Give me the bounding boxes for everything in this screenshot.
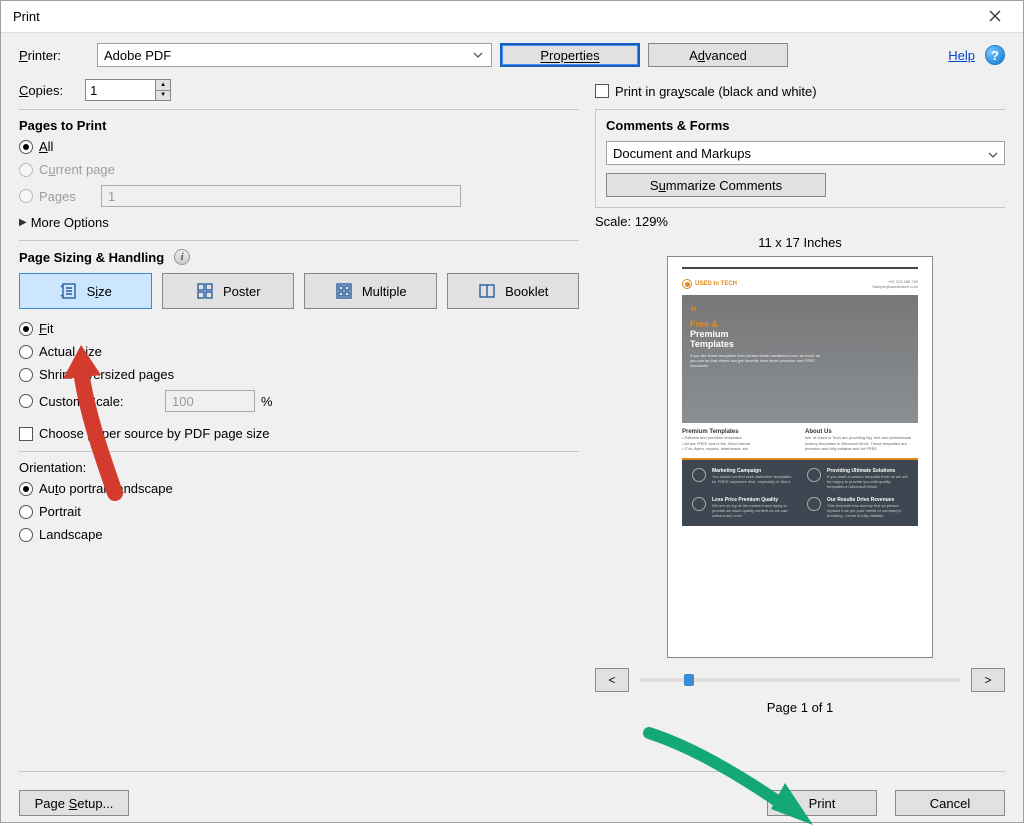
print-dialog: Print Printer: Adobe PDF Properties Adv — [0, 0, 1024, 823]
custom-scale-label: Custom Scale: — [39, 394, 159, 409]
pages-title: Pages to Print — [19, 118, 579, 133]
actual-size-label: Actual size — [39, 344, 102, 359]
chart-icon — [692, 468, 706, 482]
scale-label: Scale: 129% — [595, 207, 1005, 233]
dollar-icon — [807, 497, 821, 511]
copies-spinner[interactable]: ▲ ▼ — [85, 79, 171, 101]
summarize-comments-button[interactable]: Summarize Comments — [606, 173, 826, 197]
orientation-section: Orientation: Auto portrait/landscape Por… — [19, 451, 579, 552]
shrink-radio[interactable] — [19, 368, 33, 382]
flame-icon — [682, 279, 692, 289]
advanced-button[interactable]: Advanced — [648, 43, 788, 67]
poster-tab[interactable]: Poster — [162, 273, 295, 309]
comments-forms-section: Comments & Forms Document and Markups Su… — [595, 109, 1005, 207]
print-button[interactable]: Print — [767, 790, 877, 816]
custom-scale-radio[interactable] — [19, 394, 33, 408]
pages-all-label: All — [39, 139, 53, 154]
custom-scale-input[interactable] — [165, 390, 255, 412]
multiple-tab[interactable]: Multiple — [304, 273, 437, 309]
auto-orientation-label: Auto portrait/landscape — [39, 481, 173, 496]
multiple-icon — [334, 281, 354, 301]
spinner-up-icon[interactable]: ▲ — [156, 80, 170, 91]
pages-all-radio[interactable] — [19, 140, 33, 154]
orientation-title: Orientation: — [19, 460, 579, 475]
pages-current-label: Current page — [39, 162, 115, 177]
auto-orientation-radio[interactable] — [19, 482, 33, 496]
portrait-radio[interactable] — [19, 505, 33, 519]
preview-brand: USED to TECH — [682, 279, 737, 289]
slider-thumb[interactable] — [684, 674, 694, 686]
tag-icon — [692, 497, 706, 511]
choose-paper-source-checkbox[interactable] — [19, 427, 33, 441]
booklet-tab[interactable]: Booklet — [447, 273, 580, 309]
size-icon — [59, 281, 79, 301]
help-link[interactable]: Help — [948, 48, 975, 63]
grayscale-checkbox[interactable] — [595, 84, 609, 98]
properties-button[interactable]: Properties — [500, 43, 640, 67]
booklet-icon — [477, 281, 497, 301]
printer-select[interactable]: Adobe PDF — [97, 43, 492, 67]
page-sizing-section: Page Sizing & Handling i Size Poster Mul… — [19, 240, 579, 451]
printer-value: Adobe PDF — [104, 48, 171, 63]
info-icon[interactable]: i — [174, 249, 190, 265]
chevron-down-icon — [988, 146, 998, 161]
copies-input[interactable] — [85, 79, 155, 101]
help-icon[interactable]: ? — [985, 45, 1005, 65]
pages-range-label: Pages — [39, 189, 95, 204]
choose-paper-source-label: Choose paper source by PDF page size — [39, 426, 270, 441]
page-dimensions: 11 x 17 Inches — [758, 235, 842, 250]
shrink-label: Shrink oversized pages — [39, 367, 174, 382]
comments-title: Comments & Forms — [606, 118, 1005, 133]
more-options-toggle[interactable]: ▶ More Options — [19, 215, 579, 230]
chevron-down-icon — [469, 52, 487, 58]
comments-forms-select[interactable]: Document and Markups — [606, 141, 1005, 165]
portrait-label: Portrait — [39, 504, 81, 519]
close-icon — [989, 9, 1001, 25]
comments-forms-value: Document and Markups — [613, 146, 751, 161]
spinner-down-icon[interactable]: ▼ — [156, 91, 170, 101]
titlebar: Print — [1, 1, 1023, 33]
landscape-label: Landscape — [39, 527, 103, 542]
printer-label: Printer: — [19, 48, 89, 63]
pages-current-radio — [19, 163, 33, 177]
print-preview: USED to TECH +01 123 456 789Sample@usedt… — [667, 256, 933, 658]
window-title: Print — [13, 9, 40, 24]
copies-label: Copies: — [19, 83, 63, 98]
pages-range-radio[interactable] — [19, 189, 33, 203]
page-setup-button[interactable]: Page Setup... — [19, 790, 129, 816]
preview-next-button[interactable]: > — [971, 668, 1005, 692]
pages-to-print-section: Pages to Print All Current page Pages — [19, 109, 579, 240]
page-indicator: Page 1 of 1 — [767, 700, 834, 715]
triangle-right-icon: ▶ — [19, 217, 27, 228]
pages-range-input[interactable] — [101, 185, 461, 207]
size-tab[interactable]: Size — [19, 273, 152, 309]
fit-radio[interactable] — [19, 322, 33, 336]
actual-size-radio[interactable] — [19, 345, 33, 359]
percent-label: % — [261, 394, 273, 409]
poster-icon — [195, 281, 215, 301]
sizing-title: Page Sizing & Handling i — [19, 249, 579, 265]
preview-prev-button[interactable]: < — [595, 668, 629, 692]
landscape-radio[interactable] — [19, 528, 33, 542]
grayscale-label: Print in grayscale (black and white) — [615, 84, 817, 99]
gear-icon — [807, 468, 821, 482]
cancel-button[interactable]: Cancel — [895, 790, 1005, 816]
close-button[interactable] — [975, 3, 1015, 31]
preview-slider[interactable] — [639, 678, 961, 682]
fit-label: Fit — [39, 321, 53, 336]
